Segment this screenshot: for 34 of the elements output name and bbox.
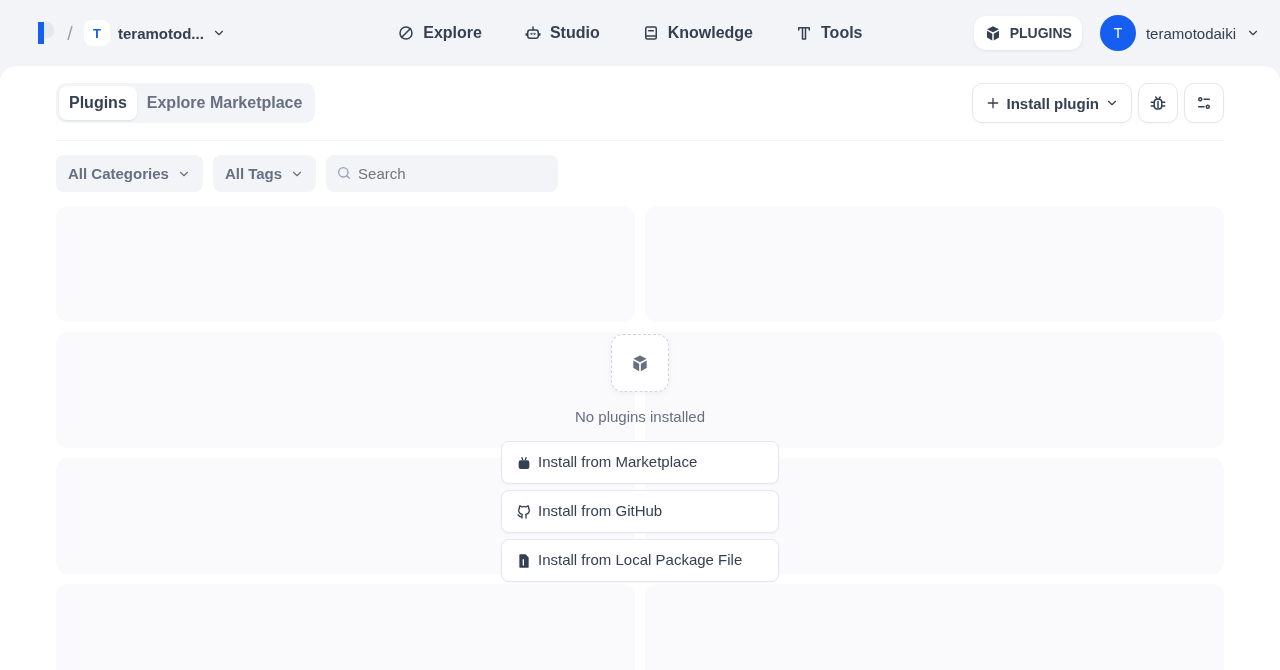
empty-message: No plugins installed	[574, 408, 706, 425]
filter-dropdown[interactable]: All Categories	[56, 155, 203, 192]
nav-link[interactable]: Tools	[785, 16, 873, 50]
cube-icon	[630, 353, 650, 373]
install-option-button[interactable]: Install from GitHub	[501, 490, 779, 533]
workspace-avatar: T	[84, 20, 110, 46]
workspace-name: teramotod...	[118, 24, 204, 42]
plugins-button[interactable]: PLUGINS	[973, 16, 1082, 50]
nav-link[interactable]: Studio	[513, 16, 610, 50]
logo-icon[interactable]	[36, 20, 56, 46]
install-option-button[interactable]: Install from Marketplace	[501, 441, 779, 484]
user-name: teramotodaiki	[1145, 24, 1236, 42]
nav-link[interactable]: Knowledge	[631, 16, 763, 50]
compass-icon	[397, 24, 416, 42]
breadcrumb-separator	[66, 24, 74, 42]
bag-icon	[516, 454, 532, 471]
search-field[interactable]: Search	[326, 155, 559, 192]
bug-icon	[1149, 94, 1167, 112]
install-plugin-button[interactable]: Install plugin	[971, 83, 1132, 123]
github-icon	[516, 503, 532, 520]
settings-button[interactable]	[1184, 83, 1224, 123]
user-avatar: T	[1099, 15, 1136, 51]
filter-dropdown[interactable]: All Tags	[212, 155, 317, 192]
workspace-switcher[interactable]: T teramotod...	[84, 20, 226, 46]
hammer-icon	[795, 24, 813, 42]
install-option-button[interactable]: Install from Local Package File	[501, 539, 779, 582]
tab[interactable]: Plugins	[59, 86, 137, 120]
sliders-icon	[1195, 94, 1213, 112]
nav-link[interactable]: Explore	[387, 16, 492, 50]
debug-button[interactable]	[1138, 83, 1178, 123]
robot-icon	[523, 24, 542, 42]
account-menu[interactable]: T teramotodaiki	[1099, 15, 1260, 51]
tab[interactable]: Explore Marketplace	[136, 86, 313, 120]
file-icon	[516, 552, 532, 569]
